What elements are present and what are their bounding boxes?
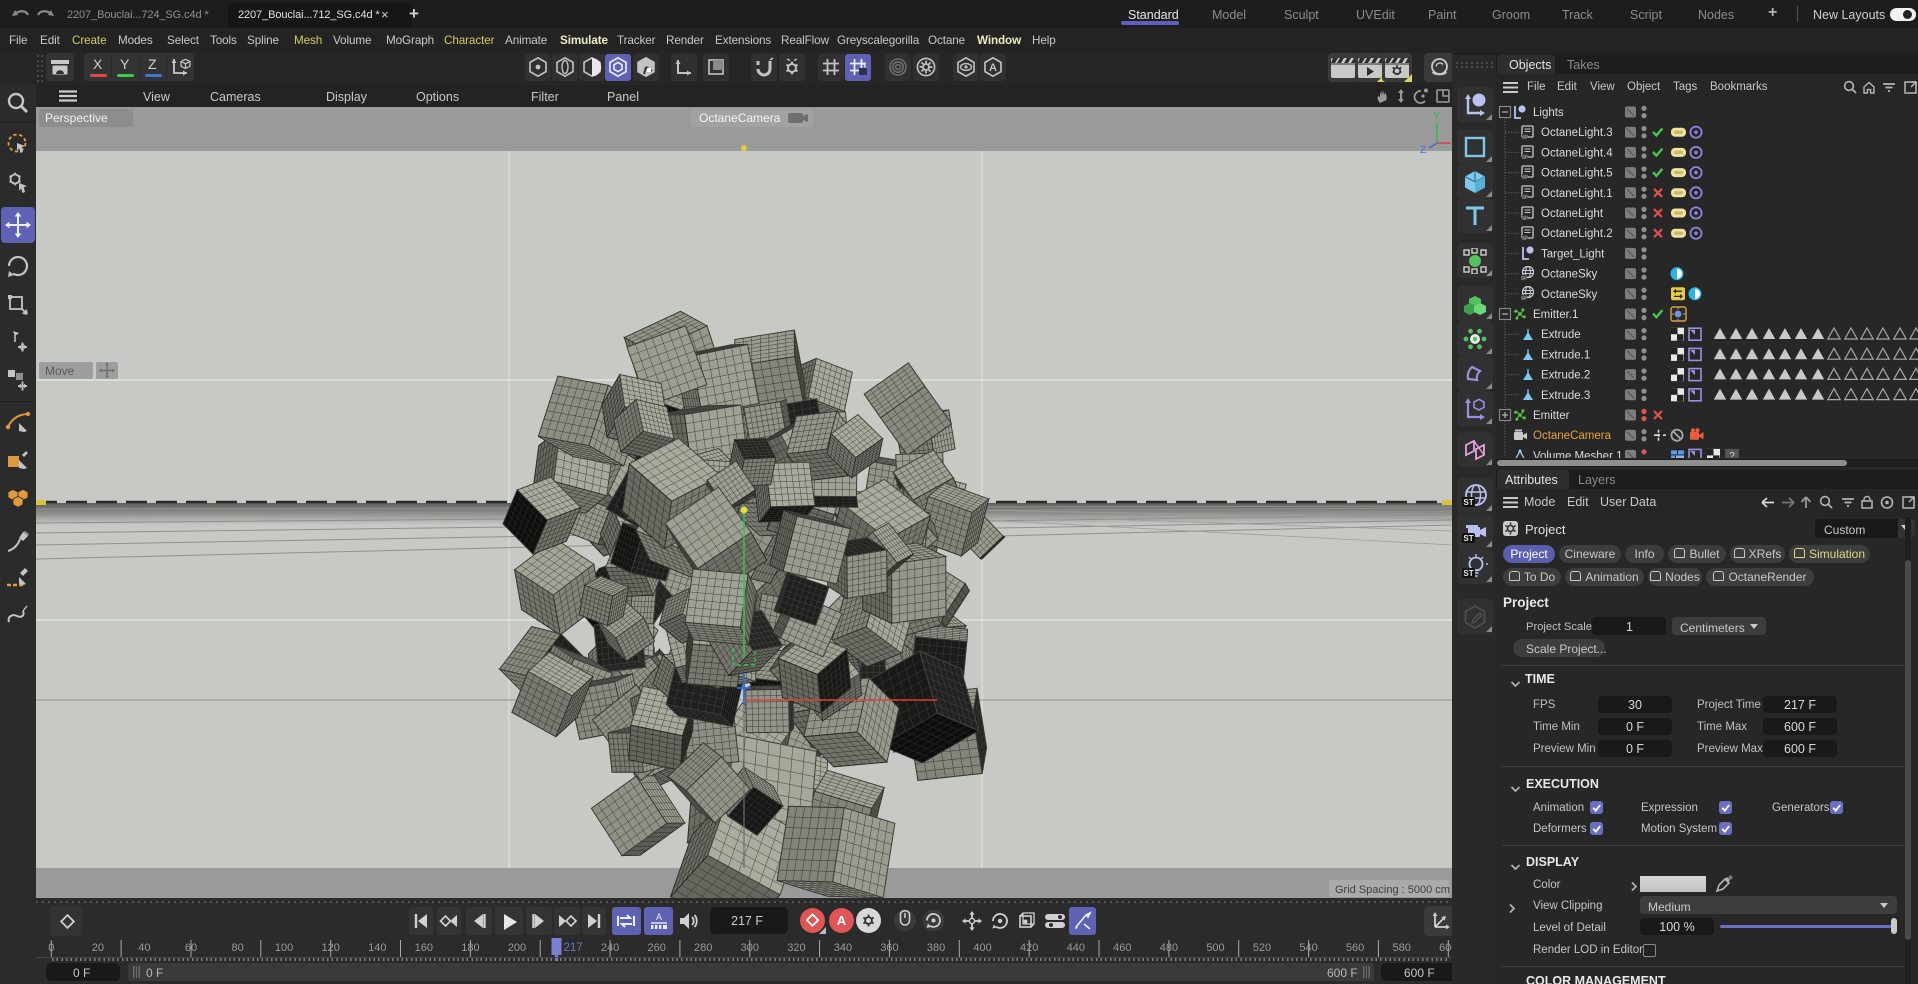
svg-text:SP: SP xyxy=(1521,275,1527,280)
svg-text:280: 280 xyxy=(694,942,712,954)
svg-text:Extrude.2: Extrude.2 xyxy=(1541,370,1590,382)
svg-text:Z: Z xyxy=(1420,144,1427,156)
svg-text:OctaneLight.1: OctaneLight.1 xyxy=(1541,188,1613,200)
svg-text:Extrude: Extrude xyxy=(1541,329,1581,341)
svg-text:SP: SP xyxy=(1522,174,1528,179)
svg-text:40: 40 xyxy=(138,942,150,954)
svg-text:OctaneLight.5: OctaneLight.5 xyxy=(1541,168,1613,180)
svg-text:140: 140 xyxy=(368,942,386,954)
svg-text:Grid Spacing : 5000 cm: Grid Spacing : 5000 cm xyxy=(1335,884,1450,896)
svg-text:160: 160 xyxy=(415,942,433,954)
svg-text:Lights: Lights xyxy=(1533,107,1564,119)
svg-text:Target_Light: Target_Light xyxy=(1541,248,1605,260)
svg-text:440: 440 xyxy=(1067,942,1085,954)
svg-text:OctaneLight: OctaneLight xyxy=(1541,208,1604,220)
svg-text:ST: ST xyxy=(1463,534,1473,543)
svg-text:OctaneSky: OctaneSky xyxy=(1541,269,1597,281)
svg-text:Emitter: Emitter xyxy=(1533,410,1570,422)
svg-text:Volume Mesher 1: Volume Mesher 1 xyxy=(1533,450,1623,458)
svg-text:SP: SP xyxy=(1521,295,1527,300)
svg-text:A: A xyxy=(837,913,847,928)
svg-text:SP: SP xyxy=(1522,134,1528,139)
svg-text:260: 260 xyxy=(648,942,666,954)
svg-text:600: 600 xyxy=(1439,942,1452,954)
svg-text:OctaneLight.2: OctaneLight.2 xyxy=(1541,228,1613,240)
svg-text:OctaneLight.3: OctaneLight.3 xyxy=(1541,127,1613,139)
svg-text:217: 217 xyxy=(564,942,583,954)
svg-text:500: 500 xyxy=(1206,942,1224,954)
svg-text:100: 100 xyxy=(275,942,293,954)
svg-text:400: 400 xyxy=(973,942,991,954)
svg-text:SP: SP xyxy=(1522,235,1528,240)
svg-text:Perspective: Perspective xyxy=(45,111,108,125)
svg-text:560: 560 xyxy=(1346,942,1364,954)
svg-text:580: 580 xyxy=(1393,942,1411,954)
svg-text:80: 80 xyxy=(231,942,243,954)
svg-text:Extrude.1: Extrude.1 xyxy=(1541,349,1590,361)
svg-text:SP: SP xyxy=(1522,194,1528,199)
svg-text:A: A xyxy=(656,912,662,922)
svg-text:20: 20 xyxy=(92,942,104,954)
svg-text:380: 380 xyxy=(927,942,945,954)
svg-text:OctaneCamera: OctaneCamera xyxy=(1533,430,1612,442)
svg-text:Move: Move xyxy=(45,364,75,378)
svg-text:OctaneLight.4: OctaneLight.4 xyxy=(1541,147,1613,159)
svg-text:320: 320 xyxy=(787,942,805,954)
svg-text:ST: ST xyxy=(1463,498,1473,507)
svg-text:Y: Y xyxy=(1433,110,1440,122)
svg-text:A: A xyxy=(989,62,997,74)
svg-text:Extrude.3: Extrude.3 xyxy=(1541,390,1590,402)
svg-text:OctaneSky: OctaneSky xyxy=(1541,289,1597,301)
svg-text:ST: ST xyxy=(1463,569,1473,578)
svg-text:SP: SP xyxy=(1522,154,1528,159)
svg-text:?: ? xyxy=(1729,451,1735,458)
svg-text:Emitter.1: Emitter.1 xyxy=(1533,309,1578,321)
svg-text:SP: SP xyxy=(1522,215,1528,220)
svg-text:340: 340 xyxy=(834,942,852,954)
svg-text:200: 200 xyxy=(508,942,526,954)
svg-text:520: 520 xyxy=(1253,942,1271,954)
svg-text:460: 460 xyxy=(1113,942,1131,954)
svg-text:OctaneCamera: OctaneCamera xyxy=(699,111,781,125)
